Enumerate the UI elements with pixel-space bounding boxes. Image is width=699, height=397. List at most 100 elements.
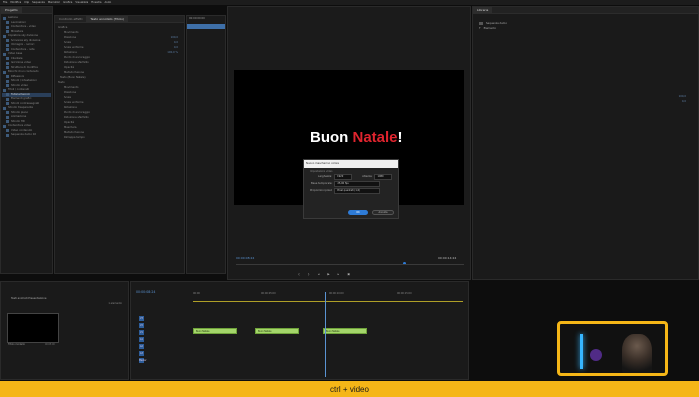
timecode-right: 00:00:14:24 <box>438 256 457 260</box>
monitor-scrubber[interactable] <box>236 264 464 265</box>
timeline-clip[interactable]: Buon Natale <box>255 328 299 334</box>
thumb-label: Titolo modello <box>8 343 25 346</box>
tree-item[interactable]: Sequenza demo 02 <box>2 133 51 138</box>
playhead[interactable] <box>325 292 326 377</box>
track-target-button[interactable]: V3 <box>139 316 144 321</box>
effect-property-label: Scala uniforme <box>64 46 84 49</box>
folder-icon <box>3 88 6 92</box>
folder-icon <box>3 106 6 110</box>
folder-icon <box>6 48 9 52</box>
folder-icon <box>3 16 6 20</box>
effect-property-value[interactable]: 0,0 <box>174 41 178 44</box>
folder-icon <box>3 70 6 74</box>
folder-icon <box>6 129 9 133</box>
pixel-aspect-select[interactable]: Pixel quadrati (1,0) <box>334 187 381 194</box>
folder-icon <box>6 21 9 25</box>
clip-area: Buon Natale Buon Natale Buon Natale <box>193 328 463 336</box>
effect-property-value[interactable]: 100,0 % <box>167 51 178 54</box>
track-target-button[interactable]: A2 <box>139 344 144 349</box>
effect-property-label: Riduzione sfarfallio <box>64 61 89 64</box>
track-header: V1 <box>131 329 191 336</box>
menu-item[interactable]: Grafica <box>63 1 72 4</box>
title-text: Buon Natale! <box>310 129 403 146</box>
bin-thumbnail[interactable] <box>7 313 59 343</box>
track-header: A2 <box>131 343 191 350</box>
menu-item[interactable]: Modifica <box>10 1 21 4</box>
effect-property-label: Riduzione sfarfallio <box>64 116 89 119</box>
effect-property-label: Opacità <box>64 66 75 69</box>
library-value-1: 100,0 <box>678 95 686 98</box>
ruler-tick-label: 00:00:10:00 <box>329 292 344 295</box>
menu-item[interactable]: Finestra <box>91 1 101 4</box>
step-back-icon[interactable]: ◂ <box>318 272 320 276</box>
timeline-clip[interactable]: Buon Natale <box>323 328 367 334</box>
menu-item[interactable]: Sequenza <box>32 1 45 4</box>
folder-icon <box>3 52 6 56</box>
effect-property-value[interactable]: 0,0 <box>174 46 178 49</box>
height-field[interactable]: 1080 <box>374 173 393 180</box>
timeline-panel: 00:00:08:24 00:00 00:00:05:00 00:00:10:00 0… <box>130 281 469 380</box>
track-header: V2 <box>131 322 191 329</box>
sequence-icon <box>479 22 483 25</box>
library-item-2-label: Elemento <box>483 27 496 30</box>
tab-title[interactable]: Testo annotato (Titolo) <box>86 16 129 22</box>
library-item-1-label: Sequenza demo <box>486 22 507 25</box>
tab-effect-controls[interactable]: Controllo effetti <box>55 17 86 21</box>
timebase-select[interactable]: 25,00 fps <box>334 180 381 187</box>
play-icon[interactable]: ▶ <box>327 272 329 276</box>
library-item-2[interactable]: T Elemento <box>479 27 698 30</box>
tab-library[interactable]: Libreria <box>473 7 493 13</box>
track-target-button[interactable]: A1 <box>139 337 144 342</box>
folder-icon <box>3 124 6 128</box>
tree-item-label: Sequenza demo 02 <box>11 133 37 136</box>
effect-property-label: Metodo fusione <box>64 131 84 134</box>
folder-icon <box>6 43 9 47</box>
track-target-button[interactable]: V1 <box>139 330 144 335</box>
track-target-button[interactable]: Master <box>139 358 146 363</box>
effect-property-label: Posizione <box>64 91 77 94</box>
source-selected-clip[interactable] <box>187 24 225 29</box>
effect-property-value[interactable]: 100,0 <box>171 36 178 39</box>
cancel-button[interactable]: Annulla <box>372 210 394 215</box>
menu-item[interactable]: File <box>3 1 7 4</box>
mark-out-icon[interactable]: } <box>308 272 310 276</box>
webcam-overlay <box>557 321 668 376</box>
step-forward-icon[interactable]: ▸ <box>338 272 340 276</box>
effect-property-label: Maschera <box>64 126 77 129</box>
folder-icon <box>6 66 9 70</box>
timeline-clip[interactable]: Buon Natale <box>193 328 237 334</box>
folder-icon <box>6 30 9 34</box>
height-label: Altezza: <box>362 175 373 178</box>
effect-property-label: Grafica <box>58 26 68 29</box>
project-tabbar: Progetto <box>1 7 52 14</box>
pixel-aspect-row: Proporzioni pixel: Pixel quadrati (1,0) <box>304 187 398 194</box>
menu-item[interactable]: Aiuto <box>104 1 111 4</box>
folder-icon <box>3 34 6 38</box>
folder-icon <box>6 39 9 43</box>
mark-in-icon[interactable]: { <box>298 272 300 276</box>
folder-icon <box>6 79 9 83</box>
subtitle-bar: ctrl + video <box>0 381 699 397</box>
menu-item[interactable]: Visualizza <box>75 1 88 4</box>
effect-property-label: Testo (Buon Natale) <box>60 76 86 79</box>
neon-light <box>580 334 583 369</box>
effect-property-label: Scala uniforme <box>64 101 84 104</box>
ok-button[interactable]: OK <box>348 210 368 215</box>
track-target-button[interactable]: A3 <box>139 351 144 356</box>
source-timecode: 00:00:00:00 <box>189 17 205 20</box>
effect-property-row[interactable]: Rimappa tempo <box>58 135 184 140</box>
timeline-timecode: 00:00:08:24 <box>136 290 156 294</box>
effect-property-label: Posizione <box>64 36 77 39</box>
subtitle-text: ctrl + video <box>330 384 369 394</box>
effect-property-label: Testo <box>58 81 65 84</box>
title-white: Buon <box>310 129 353 146</box>
library-item-1[interactable]: Sequenza demo <box>479 22 698 25</box>
menu-item[interactable]: Clip <box>24 1 29 4</box>
export-frame-icon[interactable]: ▣ <box>347 272 350 276</box>
effect-property-label: Scala <box>64 41 71 44</box>
tab-project[interactable]: Progetto <box>1 7 22 13</box>
width-field[interactable]: 1920 <box>334 173 353 180</box>
track-target-button[interactable]: V2 <box>139 323 144 328</box>
menu-item[interactable]: Marcatori <box>48 1 60 4</box>
track-header: V3 <box>131 315 191 322</box>
